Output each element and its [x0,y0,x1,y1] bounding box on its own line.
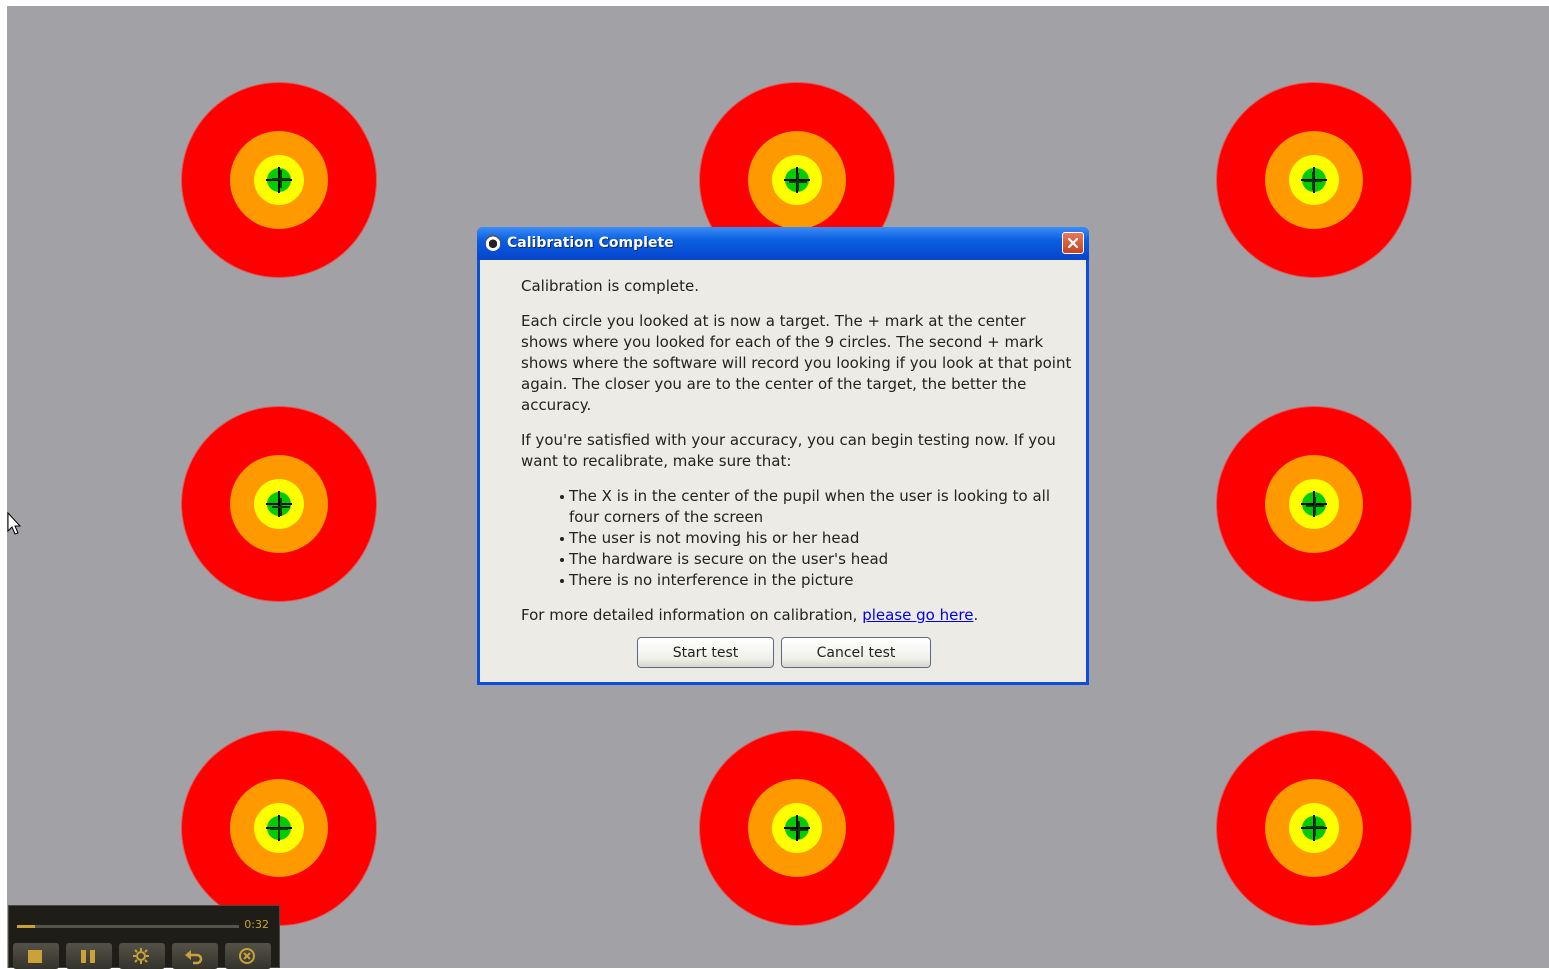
checklist: The X is in the center of the pupil when… [521,486,1077,591]
close-icon [1067,237,1079,249]
list-item: The hardware is secure on the user's hea… [560,549,1077,570]
calibration-target [182,407,376,601]
recorded-gaze-mark [1312,172,1314,190]
recorded-gaze-mark [280,498,282,516]
settings-icon [133,948,149,964]
pause-button[interactable] [66,943,112,969]
seek-bar[interactable] [17,925,239,928]
recorded-gaze-mark [278,820,280,838]
calibration-target [1217,407,1411,601]
more-info-link[interactable]: please go here [862,606,973,624]
mouse-pointer-icon [7,512,22,535]
stop-button[interactable] [13,943,59,969]
recorded-gaze-mark [797,173,799,191]
undo-button[interactable] [172,943,218,969]
recorded-gaze-mark [1314,497,1316,515]
settings-button[interactable] [119,943,165,969]
calibration-target [1217,83,1411,277]
calibration-target [182,731,376,925]
calibration-target [1217,731,1411,925]
start-test-button[interactable]: Start test [637,637,774,668]
cancel-test-button[interactable]: Cancel test [781,637,931,668]
eye-icon [485,235,501,251]
calibration-target [182,83,376,277]
close-player-button[interactable] [225,943,271,969]
dialog-titlebar[interactable]: Calibration Complete [477,227,1089,260]
recorded-gaze-mark [280,170,282,188]
dialog-title: Calibration Complete [507,235,674,251]
list-item: There is no interference in the picture [560,570,1077,591]
calibration-complete-dialog: Calibration Complete Calibration is comp… [477,227,1089,685]
close-icon [239,948,255,964]
seek-progress [17,925,35,928]
dialog-content: Calibration is complete. Each circle you… [521,276,1077,640]
list-item: The user is not moving his or her head [560,528,1077,549]
list-item: The X is in the center of the pupil when… [560,486,1077,528]
close-button[interactable] [1062,232,1084,254]
undo-icon [185,950,203,965]
more-info-text: For more detailed information on calibra… [521,606,979,624]
pause-icon [81,950,95,963]
recorded-gaze-mark [798,821,800,839]
calibration-target [700,731,894,925]
complete-message: Calibration is complete. [521,277,699,295]
explanation-text: Each circle you looked at is now a targe… [521,312,1072,414]
time-display: 0:32 [244,918,269,931]
recalibrate-intro: If you're satisfied with your accuracy, … [521,431,1056,470]
calibration-screen: Calibration Complete Calibration is comp… [7,6,1549,968]
video-player-controls: 0:32 [8,905,280,969]
stop-icon [28,950,42,963]
recorded-gaze-mark [1314,818,1316,836]
